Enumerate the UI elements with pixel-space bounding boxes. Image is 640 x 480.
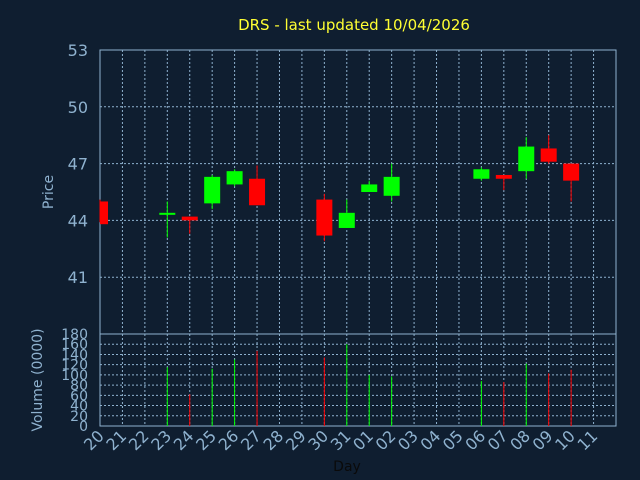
candle-body bbox=[226, 171, 243, 185]
candle-body bbox=[473, 169, 490, 179]
candle-body bbox=[518, 146, 535, 172]
x-tick-labels: 2021222324252627282930310102030405060708… bbox=[80, 426, 601, 454]
candle-body bbox=[361, 184, 378, 192]
candle-body bbox=[316, 199, 333, 236]
price-tick-label: 53 bbox=[68, 41, 88, 60]
candle-body bbox=[563, 163, 580, 181]
chart-background bbox=[0, 0, 640, 480]
price-tick-label: 50 bbox=[68, 98, 88, 117]
chart-title: DRS - last updated 10/04/2026 bbox=[238, 16, 470, 34]
candle-body bbox=[540, 148, 557, 162]
price-tick-label: 47 bbox=[68, 155, 88, 174]
candle-body bbox=[383, 176, 400, 196]
volume-tick-label: 0 bbox=[79, 419, 88, 435]
price-axis-label: Price bbox=[41, 175, 57, 209]
candle-body bbox=[495, 174, 512, 179]
x-axis-label: Day bbox=[333, 459, 361, 475]
volume-axis-label: Volume (0000) bbox=[30, 328, 46, 431]
price-tick-label: 44 bbox=[68, 211, 88, 230]
candle-body bbox=[249, 178, 266, 206]
candle-body bbox=[204, 176, 221, 204]
candle-body bbox=[100, 201, 108, 225]
candle-body bbox=[159, 212, 176, 215]
price-tick-label: 41 bbox=[68, 268, 88, 287]
candle-body bbox=[338, 212, 355, 228]
candle-body bbox=[181, 216, 198, 221]
stock-chart: DRS - last updated 10/04/2026 53 50 47 44 41… bbox=[0, 0, 640, 480]
